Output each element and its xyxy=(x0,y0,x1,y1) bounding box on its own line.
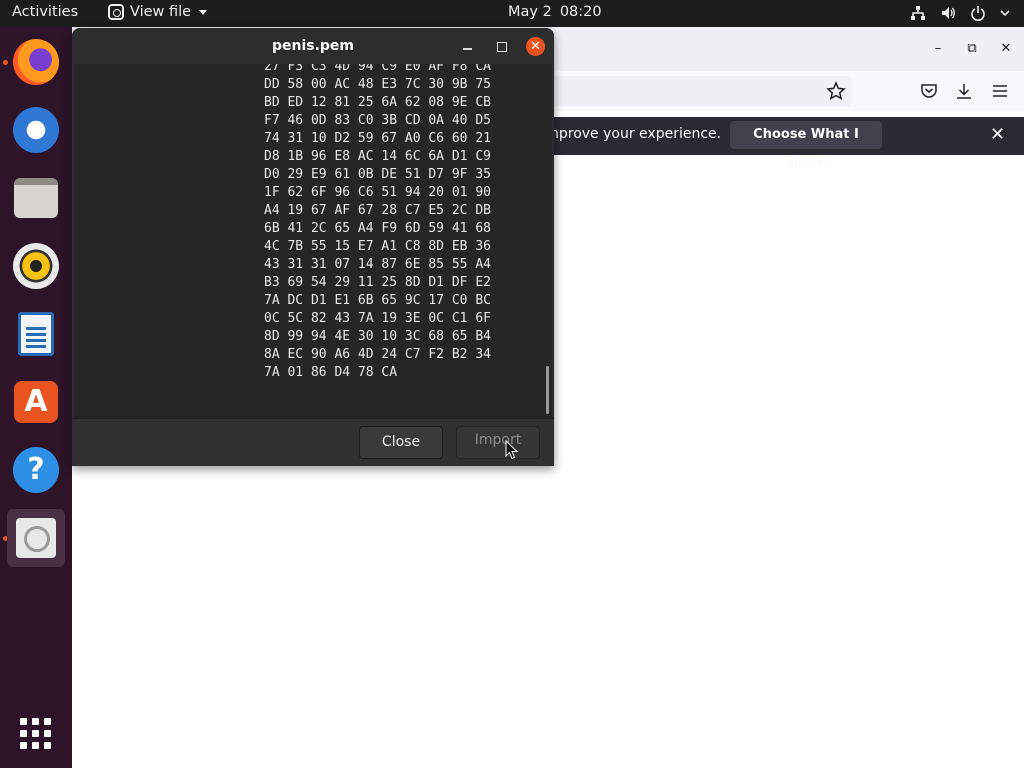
choose-what-i-share-button[interactable]: Choose What I Share xyxy=(730,121,882,170)
thunderbird-icon xyxy=(13,107,59,153)
system-tray[interactable] xyxy=(910,5,1010,21)
dock-software[interactable]: A xyxy=(7,373,65,431)
dialog-title: penis.pem xyxy=(271,38,355,54)
hex-line: 8D 99 94 4E 30 10 3C 68 65 B4 xyxy=(264,329,491,344)
hex-line: 27 F3 C3 4D 94 C9 E0 AF F8 CA xyxy=(264,64,491,74)
pocket-icon[interactable] xyxy=(919,81,939,101)
hex-line: 7A DC D1 E1 6B 65 9C 17 C0 BC xyxy=(264,293,491,308)
hex-line: D8 1B 96 E8 AC 14 6C 6A D1 C9 xyxy=(264,149,491,164)
power-icon xyxy=(971,6,985,21)
app-menu[interactable]: View file xyxy=(108,4,208,20)
viewer-app-icon xyxy=(108,4,124,20)
minimize-icon[interactable]: – xyxy=(928,39,948,59)
software-store-icon: A xyxy=(14,381,58,423)
scrollbar[interactable] xyxy=(546,366,549,414)
files-icon xyxy=(14,178,58,218)
hex-line: 0C 5C 82 43 7A 19 3E 0C C1 6F xyxy=(264,311,491,326)
dock-help[interactable]: ? xyxy=(7,441,65,499)
clock-date: May 2 xyxy=(508,4,552,20)
import-button[interactable]: Import xyxy=(456,426,540,459)
writer-icon xyxy=(18,312,54,356)
mouse-cursor-icon xyxy=(505,440,519,460)
hex-line: DD 58 00 AC 48 E3 7C 30 9B 75 xyxy=(264,77,491,92)
bookmark-star-icon[interactable] xyxy=(826,81,846,101)
close-icon[interactable]: ✕ xyxy=(526,37,545,56)
menu-icon[interactable] xyxy=(990,81,1010,101)
hex-line: F7 46 0D 83 C0 3B CD 0A 40 D5 xyxy=(264,113,491,128)
hex-line: 74 31 10 D2 59 67 A0 C6 60 21 xyxy=(264,131,491,146)
downloads-icon[interactable] xyxy=(954,81,974,101)
chevron-down-icon xyxy=(199,9,208,15)
app-menu-label: View file xyxy=(130,4,192,20)
hex-line: D0 29 E9 61 0B DE 51 D7 9F 35 xyxy=(264,167,491,182)
hex-line: 8A EC 90 A6 4D 24 C7 F2 B2 34 xyxy=(264,347,491,362)
hex-line: 1F 62 6F 96 C6 51 94 20 01 90 xyxy=(264,185,491,200)
hex-line: 6B 41 2C 65 A4 F9 6D 59 41 68 xyxy=(264,221,491,236)
show-apps-icon[interactable] xyxy=(20,718,52,750)
dock-thunderbird[interactable] xyxy=(7,101,65,159)
hex-line: BD ED 12 81 25 6A 62 08 9E CB xyxy=(264,95,491,110)
dock-writer[interactable] xyxy=(7,305,65,363)
certificate-viewer-dialog: penis.pem ✕ 27 F3 C3 4D 94 C9 E0 AF F8 C… xyxy=(72,28,554,466)
dock: A ? xyxy=(0,27,72,768)
privacy-notice-text: nprove your experience. xyxy=(550,126,722,142)
close-icon[interactable]: ✕ xyxy=(990,124,1005,145)
hex-line: 43 31 31 07 14 87 6E 85 55 A4 xyxy=(264,257,491,272)
clock[interactable]: May 2 08:20 xyxy=(508,4,602,20)
hex-line: A4 19 67 AF 67 28 C7 E5 2C DB xyxy=(264,203,491,218)
dock-rhythmbox[interactable] xyxy=(7,237,65,295)
firefox-icon xyxy=(13,39,59,85)
hex-line: 4C 7B 55 15 E7 A1 C8 8D EB 36 xyxy=(264,239,491,254)
hex-line: 7A 01 86 D4 78 CA xyxy=(264,365,398,380)
restore-icon[interactable]: ⧉ xyxy=(962,39,982,59)
hex-dump: 27 F3 C3 4D 94 C9 E0 AF F8 CA DD 58 00 AC… xyxy=(264,64,534,382)
dialog-action-bar: Close Import xyxy=(72,418,554,466)
help-icon: ? xyxy=(13,447,59,493)
dialog-titlebar: penis.pem ✕ xyxy=(72,28,554,64)
clock-time: 08:20 xyxy=(559,4,602,20)
settings-icon xyxy=(16,518,56,558)
close-icon[interactable]: ✕ xyxy=(996,39,1016,59)
rhythmbox-icon xyxy=(13,243,59,289)
network-icon xyxy=(911,6,925,20)
volume-icon xyxy=(942,7,955,19)
url-bar[interactable] xyxy=(542,76,852,106)
chevron-down-icon xyxy=(1000,10,1010,17)
dock-files[interactable] xyxy=(7,169,65,227)
minimize-icon[interactable] xyxy=(458,37,476,55)
certificate-details-pane[interactable]: 27 F3 C3 4D 94 C9 E0 AF F8 CA DD 58 00 AC… xyxy=(74,64,552,418)
activities-button[interactable]: Activities xyxy=(12,4,78,20)
maximize-icon[interactable] xyxy=(492,37,510,55)
dock-settings[interactable] xyxy=(7,509,65,567)
hex-line: B3 69 54 29 11 25 8D D1 DF E2 xyxy=(264,275,491,290)
close-button[interactable]: Close xyxy=(359,426,443,459)
dock-firefox[interactable] xyxy=(7,33,65,91)
top-bar: Activities View file May 2 08:20 xyxy=(0,0,1024,27)
